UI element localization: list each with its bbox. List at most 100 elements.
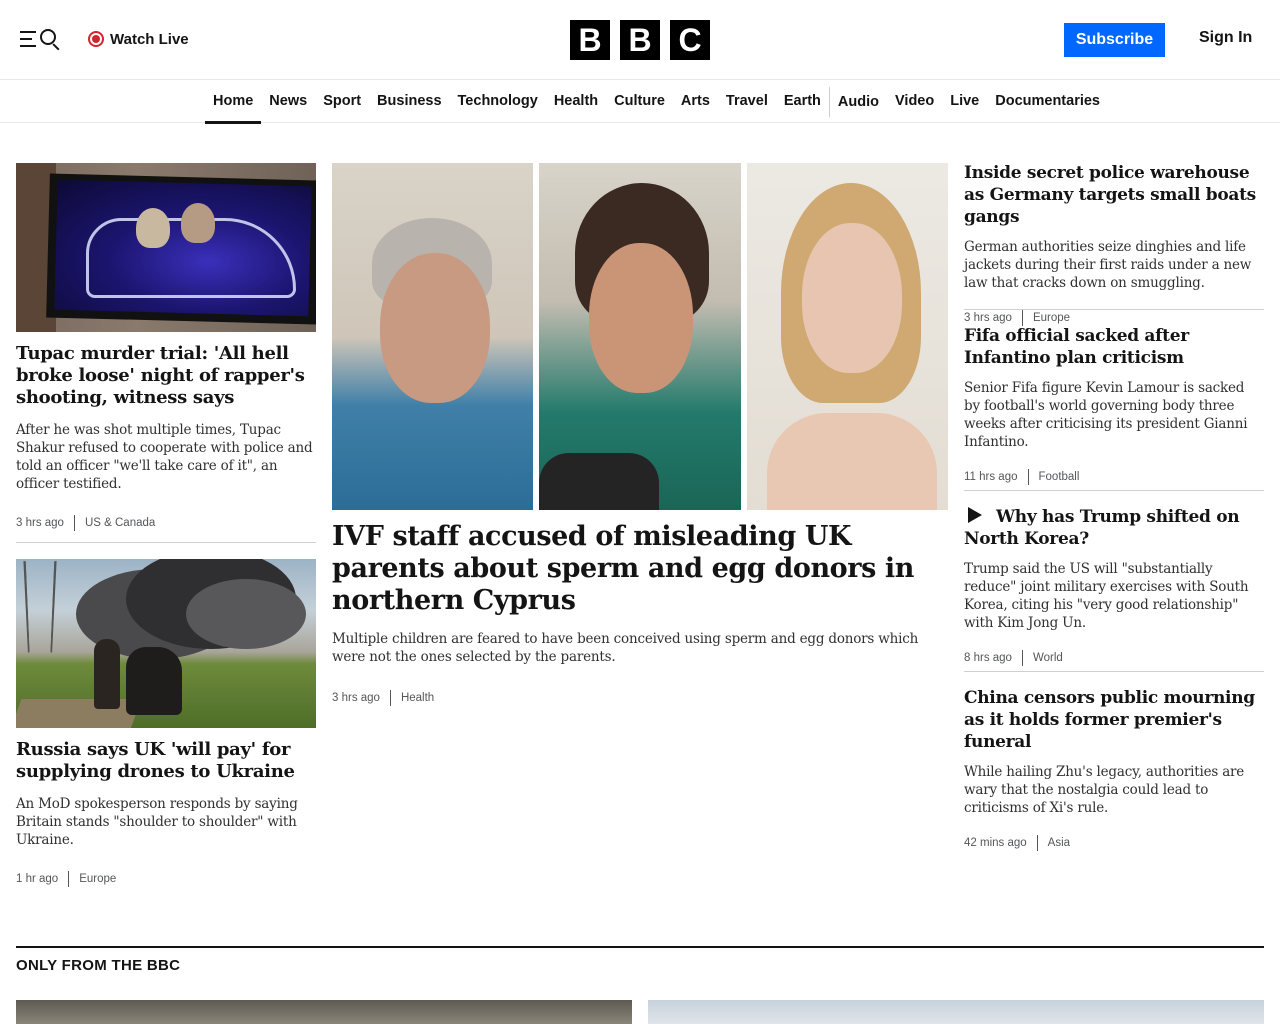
- russia-story-image[interactable]: [16, 559, 316, 728]
- image-detail: [539, 453, 659, 510]
- image-panel: [332, 163, 533, 510]
- story-timestamp: 11 hrs ago: [964, 471, 1018, 483]
- story-summary: Trump said the US will "substantially re…: [964, 561, 1249, 631]
- image-panel: [539, 163, 741, 510]
- nav-item-live[interactable]: Live: [942, 81, 987, 123]
- story-timestamp: 42 mins ago: [964, 837, 1027, 849]
- story-category[interactable]: Europe: [68, 871, 116, 887]
- story-timestamp: 8 hrs ago: [964, 652, 1012, 664]
- story-card-tupac: Tupac murder trial: 'All hell broke loos…: [16, 343, 316, 531]
- nav-item-health[interactable]: Health: [546, 81, 606, 123]
- nav-item-earth[interactable]: Earth: [776, 81, 829, 123]
- nav-item-arts[interactable]: Arts: [673, 81, 718, 123]
- divider: [964, 671, 1264, 672]
- hamburger-icon: [20, 31, 36, 34]
- search-icon-handle: [52, 43, 60, 51]
- story-meta: 1 hr ago Europe: [16, 871, 316, 887]
- story-category[interactable]: Asia: [1036, 835, 1070, 851]
- image-detail: [126, 647, 182, 715]
- nav-item-business[interactable]: Business: [369, 81, 449, 123]
- watch-live-label: Watch Live: [110, 30, 189, 48]
- image-detail: [186, 579, 306, 649]
- story-summary: German authorities seize dinghies and li…: [964, 239, 1252, 291]
- image-detail: [136, 208, 170, 248]
- story-meta: 8 hrs ago World: [964, 650, 1264, 666]
- story-card-germany: Inside secret police warehouse as German…: [964, 162, 1264, 326]
- story-headline[interactable]: Fifa official sacked after Infantino pla…: [964, 325, 1264, 369]
- nav-item-documentaries[interactable]: Documentaries: [987, 81, 1108, 123]
- hamburger-icon-line: [20, 38, 32, 41]
- image-detail: [802, 223, 902, 373]
- story-timestamp: 1 hr ago: [16, 873, 59, 885]
- story-card-russia: Russia says UK 'will pay' for supplying …: [16, 739, 316, 887]
- story-headline-text: Why has Trump shifted on North Korea?: [964, 507, 1240, 549]
- divider: [16, 542, 316, 543]
- lead-story-headline[interactable]: IVF staff accused of misleading UK paren…: [332, 521, 948, 617]
- section-story-image[interactable]: [648, 1000, 1264, 1024]
- story-summary: While hailing Zhu's legacy, authorities …: [964, 764, 1245, 816]
- nav-item-news[interactable]: News: [261, 81, 315, 123]
- story-meta: 3 hrs ago Health: [332, 690, 948, 706]
- nav-item-video[interactable]: Video: [887, 81, 942, 123]
- image-detail: [94, 639, 120, 709]
- section-title: ONLY FROM THE BBC: [16, 957, 181, 974]
- subscribe-button[interactable]: Subscribe: [1064, 23, 1165, 57]
- logo-letter: C: [670, 20, 710, 60]
- image-panel: [747, 163, 948, 510]
- main-nav: Home News Sport Business Technology Heal…: [0, 81, 1280, 124]
- story-timestamp: 3 hrs ago: [16, 517, 64, 529]
- story-headline[interactable]: Why has Trump shifted on North Korea?: [964, 506, 1264, 550]
- story-category[interactable]: US & Canada: [73, 515, 155, 531]
- logo-letter: B: [570, 20, 610, 60]
- story-meta: 11 hrs ago Football: [964, 469, 1264, 485]
- story-summary: After he was shot multiple times, Tupac …: [16, 422, 313, 492]
- story-headline[interactable]: China censors public mourning as it hold…: [964, 687, 1264, 753]
- watch-live-link[interactable]: Watch Live: [88, 29, 189, 49]
- section-story-image[interactable]: [16, 1000, 632, 1024]
- story-headline[interactable]: Tupac murder trial: 'All hell broke loos…: [16, 343, 316, 409]
- nav-item-audio[interactable]: Audio: [828, 87, 887, 117]
- story-meta: 42 mins ago Asia: [964, 835, 1264, 851]
- divider: [964, 309, 1264, 310]
- section-rule: [16, 946, 1264, 948]
- story-category[interactable]: World: [1021, 650, 1063, 666]
- story-category[interactable]: Europe: [1021, 310, 1070, 326]
- play-video-icon: [968, 507, 982, 523]
- image-detail: [16, 699, 142, 728]
- story-meta: 3 hrs ago Europe: [964, 310, 1264, 326]
- image-detail: [767, 413, 937, 510]
- nav-item-culture[interactable]: Culture: [606, 81, 673, 123]
- story-card-china: China censors public mourning as it hold…: [964, 687, 1264, 851]
- image-detail: [589, 243, 693, 393]
- nav-item-technology[interactable]: Technology: [450, 81, 546, 123]
- story-category[interactable]: Football: [1027, 469, 1079, 485]
- sign-in-button[interactable]: Sign In: [1199, 29, 1252, 47]
- logo-letter: B: [620, 20, 660, 60]
- image-detail: [380, 253, 490, 403]
- nav-item-travel[interactable]: Travel: [718, 81, 776, 123]
- image-detail: [181, 203, 215, 243]
- live-indicator-icon: [88, 31, 104, 47]
- story-headline[interactable]: Russia says UK 'will pay' for supplying …: [16, 739, 316, 783]
- story-card-fifa: Fifa official sacked after Infantino pla…: [964, 325, 1264, 485]
- story-summary: An MoD spokesperson responds by saying B…: [16, 796, 298, 848]
- image-detail: [23, 561, 57, 653]
- story-timestamp: 3 hrs ago: [964, 312, 1012, 324]
- bbc-logo[interactable]: B B C: [570, 20, 710, 60]
- story-card-ivf-lead: IVF staff accused of misleading UK paren…: [332, 521, 948, 706]
- story-category[interactable]: Health: [389, 690, 434, 706]
- story-headline[interactable]: Inside secret police warehouse as German…: [964, 162, 1264, 228]
- story-card-korea: Why has Trump shifted on North Korea? Tr…: [964, 506, 1264, 666]
- story-meta: 3 hrs ago US & Canada: [16, 515, 316, 531]
- hamburger-icon-line: [20, 45, 36, 48]
- menu-search-button[interactable]: [20, 28, 62, 52]
- story-summary: Senior Fifa figure Kevin Lamour is sacke…: [964, 380, 1248, 450]
- nav-item-home[interactable]: Home: [205, 81, 262, 124]
- story-summary: Multiple children are feared to have bee…: [332, 631, 919, 665]
- tupac-story-image[interactable]: [16, 163, 316, 332]
- divider: [964, 490, 1264, 491]
- nav-item-sport[interactable]: Sport: [315, 81, 369, 123]
- ivf-story-image[interactable]: [332, 163, 948, 510]
- story-timestamp: 3 hrs ago: [332, 692, 380, 704]
- site-header: Watch Live B B C Subscribe Sign In: [0, 0, 1280, 80]
